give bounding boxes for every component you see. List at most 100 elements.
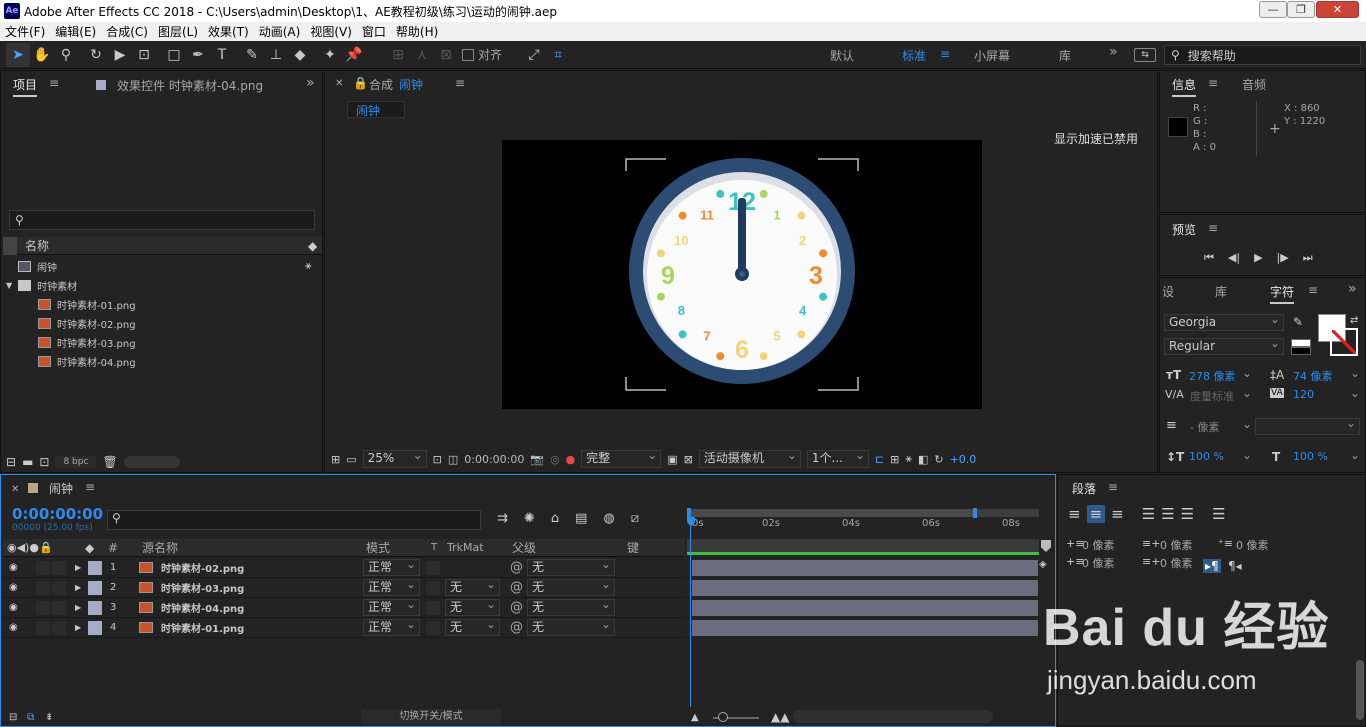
zoom-in-icon[interactable]: ▲▲ (771, 710, 789, 724)
pickwhip-icon[interactable]: @ (510, 560, 523, 575)
stroke-type-dropdown[interactable] (1255, 416, 1360, 435)
rectangle-tool-icon[interactable]: □ (162, 43, 186, 67)
comp-tab-name[interactable]: 闹钟 (399, 76, 423, 93)
layer-row[interactable]: ◉ ▶ 1 时钟素材-02.png 正常 @ 无 (3, 557, 685, 578)
zoom-out-icon[interactable]: ▲ (691, 712, 699, 723)
playhead-line[interactable] (690, 527, 691, 707)
close-button[interactable]: ✕ (1316, 1, 1359, 18)
trkmat-dropdown[interactable]: 无 (445, 597, 500, 616)
col-name-header[interactable]: 名称 (25, 237, 49, 254)
timeline-tab-name[interactable]: 闹钟 (49, 480, 73, 497)
stroke-swatch-small[interactable] (1291, 347, 1311, 355)
search-help-input[interactable]: 搜索帮助 (1188, 47, 1236, 64)
list-item[interactable]: 时钟素材-01.png (38, 295, 136, 313)
shy-layers-icon[interactable]: ⌂ (551, 511, 559, 526)
list-item[interactable]: 时钟素材-02.png (38, 314, 136, 332)
justify-all-icon[interactable]: ☰ (1212, 505, 1225, 523)
indent-first-value[interactable]: 0 像素 (1236, 537, 1269, 553)
trkmat-dropdown[interactable]: 无 (445, 577, 500, 596)
fit-icon[interactable]: ⊡ (433, 453, 442, 466)
list-item[interactable]: 闹钟 (18, 257, 57, 275)
layer-duration-bar[interactable] (692, 580, 1038, 596)
project-menu-icon[interactable]: ≡ (49, 76, 59, 90)
pickwhip-icon[interactable]: @ (510, 580, 523, 595)
new-comp-icon[interactable]: ⊡ (39, 455, 49, 469)
sync-settings-icon[interactable]: ⇆ (1134, 48, 1156, 62)
tab-effect-controls[interactable]: 效果控件 时钟素材-04.png (117, 77, 263, 94)
menu-window[interactable]: 窗口 (357, 23, 391, 40)
info-menu-icon[interactable]: ≡ (1208, 76, 1218, 90)
close-timeline-icon[interactable]: ✕ (11, 484, 19, 495)
parent-dropdown[interactable]: 无 (527, 597, 615, 616)
camera-tool-icon[interactable]: ▶ (108, 43, 132, 67)
visibility-eye-icon[interactable]: ◉ (9, 602, 18, 613)
eyedropper-icon[interactable]: ✎ (1293, 315, 1303, 329)
timeline-timecode[interactable]: 0:00:00:00 (12, 505, 103, 523)
preview-menu-icon[interactable]: ≡ (1208, 221, 1218, 235)
vertical-scale-value[interactable]: 100 % (1189, 450, 1224, 463)
font-size-value[interactable]: 278 像素 (1189, 368, 1236, 384)
layer-label-color[interactable] (88, 560, 102, 575)
first-frame-icon[interactable]: ⏮ (1204, 251, 1214, 265)
maximize-button[interactable]: ❐ (1287, 1, 1315, 18)
channel-icon[interactable]: ● (566, 453, 576, 466)
swap-colors-icon[interactable]: ⇄ (1350, 315, 1358, 326)
menu-effect[interactable]: 效果(T) (203, 23, 254, 40)
list-item[interactable]: 时钟素材-04.png (38, 352, 136, 370)
justify-center-icon[interactable]: ☰ (1161, 505, 1174, 523)
list-item[interactable]: 时钟素材-03.png (38, 333, 136, 351)
time-ruler[interactable]: 0s 02s 04s 06s 08s (687, 517, 1039, 537)
exposure-value[interactable]: +0.0 (950, 453, 977, 466)
layer-label-color[interactable] (88, 620, 102, 635)
layer-label-color[interactable] (88, 580, 102, 595)
align-left-icon[interactable]: ≡ (1068, 505, 1081, 523)
trkmat-dropdown[interactable]: 无 (445, 617, 500, 636)
timeline-toggle-icon[interactable]: ⊞ (890, 453, 899, 466)
brush-tool-icon[interactable]: ✎ (240, 43, 264, 67)
transfer-controls-icon[interactable]: ⧉ (27, 712, 34, 723)
lock-icon[interactable]: 🔒 (353, 76, 368, 90)
view-axis-icon[interactable]: ⊠ (434, 43, 458, 67)
justify-right-icon[interactable]: ☰ (1181, 505, 1194, 523)
type-tool-icon[interactable]: T (210, 43, 234, 67)
eraser-tool-icon[interactable]: ◆ (288, 43, 312, 67)
timeline-scrollbar[interactable] (793, 710, 993, 723)
project-search-icon[interactable]: ⚲ (15, 213, 24, 227)
exposure-reset-icon[interactable]: ↻ (934, 453, 943, 466)
hand-tool-icon[interactable]: ✋ (30, 43, 54, 67)
kerning-value[interactable]: 度量标准 (1190, 388, 1234, 404)
pan-behind-tool-icon[interactable]: ⊡ (132, 43, 156, 67)
paragraph-menu-icon[interactable]: ≡ (1108, 480, 1118, 494)
blend-mode-dropdown[interactable]: 正常 (363, 617, 420, 636)
leading-value[interactable]: 74 像素 (1293, 368, 1333, 384)
expand-arrow-icon[interactable]: ▼ (6, 281, 12, 290)
work-area-bar[interactable] (687, 508, 1039, 518)
views-dropdown[interactable]: 1个... (806, 448, 869, 468)
snap-option-icon[interactable]: ⤢ (522, 43, 546, 67)
align-center-icon[interactable]: ≡ (1086, 505, 1106, 523)
comp-viewer[interactable]: 121234567891011 (502, 140, 982, 409)
layer-duration-bar[interactable] (692, 620, 1038, 636)
comp-menu-icon[interactable]: ≡ (455, 76, 465, 90)
camera-dropdown[interactable]: 活动摄像机 (698, 448, 801, 468)
parent-dropdown[interactable]: 无 (527, 577, 615, 596)
workspace-standard[interactable]: 标准 (902, 47, 926, 64)
roi-icon[interactable]: ▣ (667, 453, 677, 466)
zoom-dropdown[interactable]: 25% (362, 448, 427, 468)
snap-target-icon[interactable]: ⌗ (546, 43, 570, 67)
graph-editor-icon[interactable]: ⧄ (631, 511, 639, 526)
always-preview-icon[interactable]: ⊞ (331, 453, 340, 466)
col-parent-header[interactable]: 父级 (512, 539, 536, 556)
list-item[interactable]: ▼ 时钟素材 (6, 276, 77, 294)
parent-dropdown[interactable]: 无 (527, 617, 615, 636)
fill-swatch-small[interactable] (1291, 339, 1311, 347)
transparency-grid-icon[interactable]: ⊠ (684, 453, 693, 466)
tab-effects-presets[interactable]: 设 (1162, 283, 1174, 300)
comp-timecode[interactable]: 0:00:00:00 (464, 453, 524, 466)
layer-expand-icon[interactable]: ▶ (75, 603, 81, 612)
next-frame-icon[interactable]: |▶ (1277, 251, 1289, 265)
comp-mini-flowchart-icon[interactable]: ⇉ (497, 511, 508, 526)
flowchart-view-icon[interactable]: ⚹ (905, 452, 912, 466)
workspace-default[interactable]: 默认 (830, 47, 854, 64)
menu-layer[interactable]: 图层(L) (153, 23, 203, 40)
